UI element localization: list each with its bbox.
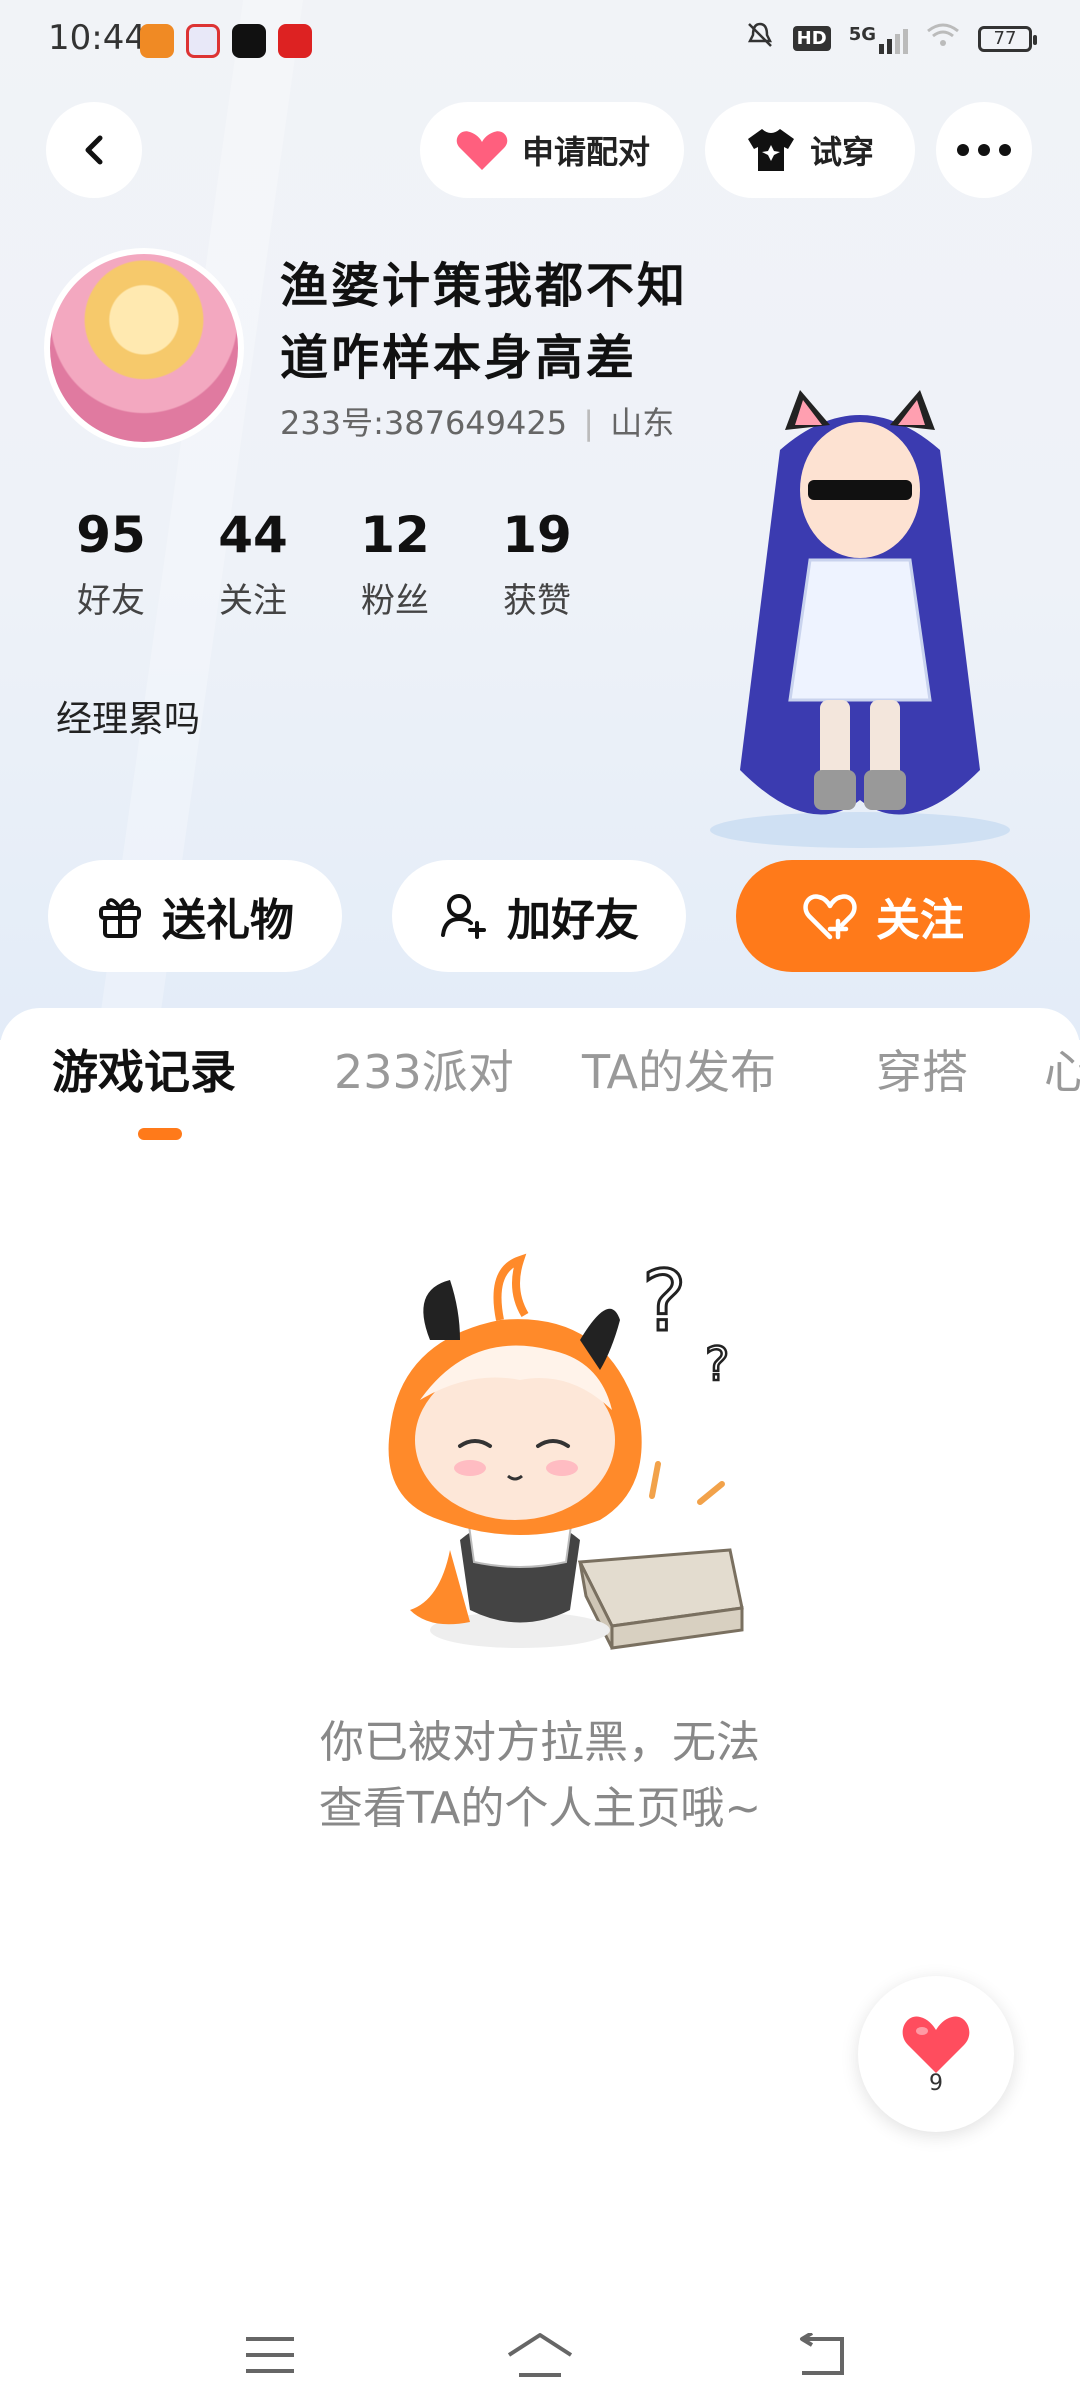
mute-icon — [745, 20, 775, 57]
content-card — [0, 1008, 1080, 2408]
back-icon — [800, 2333, 844, 2375]
tab-outfits[interactable]: 穿搭 — [876, 1040, 968, 1104]
stat-value: 12 — [360, 506, 430, 564]
stat-friends[interactable]: 95 好友 — [40, 505, 182, 622]
add-friend-button[interactable]: 加好友 — [392, 860, 686, 972]
profile-tabs: 游戏记录 233派对 TA的发布 穿搭 心 — [0, 1040, 1080, 1140]
tab-game-records[interactable]: 游戏记录 — [52, 1040, 236, 1104]
battery-level: 77 — [993, 28, 1017, 49]
active-tab-indicator — [138, 1128, 182, 1140]
stat-fans[interactable]: 12 粉丝 — [324, 505, 466, 622]
stat-value: 19 — [502, 506, 572, 564]
tab-233-party[interactable]: 233派对 — [334, 1040, 514, 1104]
menu-nav-button[interactable] — [230, 2320, 310, 2390]
nickname: 渔婆计策我都不知道咋样本身高差 — [280, 258, 689, 386]
app-notification-icon — [140, 24, 174, 58]
try-on-label: 试穿 — [809, 133, 874, 171]
stat-following[interactable]: 44 关注 — [182, 505, 324, 622]
wifi-icon — [926, 21, 960, 56]
user-id-line: 233号:387649425 | 山东 — [280, 404, 675, 442]
home-icon — [507, 2333, 573, 2377]
user-id: 233号:387649425 — [280, 404, 568, 442]
empty-state-illustration: ? ? — [388, 1251, 744, 1650]
system-nav-bar — [0, 2300, 1080, 2408]
signal-icon: 5G — [849, 24, 908, 54]
app-notification-icon — [186, 24, 220, 58]
hd-badge: HD — [792, 26, 831, 51]
tab-their-posts[interactable]: TA的发布 — [582, 1040, 776, 1104]
send-gift-button[interactable]: 送礼物 — [48, 860, 342, 972]
shirt-icon — [747, 129, 794, 171]
stat-value: 95 — [76, 506, 146, 564]
stat-label: 好友 — [77, 581, 145, 621]
stat-label: 获赞 — [503, 581, 571, 621]
try-on-button[interactable]: 试穿 — [705, 102, 915, 198]
svg-text:?: ? — [642, 1252, 687, 1350]
stat-likes[interactable]: 19 获赞 — [466, 505, 608, 622]
add-friend-label: 加好友 — [507, 895, 639, 946]
status-time: 10:44 — [48, 18, 146, 58]
back-nav-button[interactable] — [784, 2320, 864, 2390]
heart-plus-icon — [803, 894, 857, 940]
avatar[interactable] — [44, 248, 244, 448]
heart-icon — [456, 131, 508, 170]
network-type: 5G — [848, 23, 876, 45]
3d-avatar-figure — [710, 390, 1010, 848]
like-button[interactable]: 9 — [858, 1976, 1014, 2132]
gift-icon — [99, 898, 141, 938]
follow-button[interactable]: 关注 — [736, 860, 1030, 972]
stat-label: 关注 — [219, 581, 287, 621]
follow-label: 关注 — [876, 895, 964, 946]
stat-value: 44 — [218, 506, 288, 564]
stat-label: 粉丝 — [361, 581, 429, 621]
chevron-left-icon — [85, 135, 103, 165]
svg-text:?: ? — [705, 1337, 729, 1391]
menu-icon — [246, 2337, 294, 2373]
app-notification-icon — [278, 24, 312, 58]
add-user-icon — [441, 894, 486, 939]
home-nav-button[interactable] — [500, 2320, 580, 2390]
more-dots-icon — [957, 144, 1011, 156]
apply-pair-label: 申请配对 — [521, 133, 650, 171]
profile-stats: 95 好友 44 关注 12 粉丝 19 获赞 — [40, 505, 608, 622]
profile-bio: 经理累吗 — [56, 699, 201, 740]
more-button[interactable] — [936, 102, 1032, 198]
heart-icon — [902, 2015, 970, 2073]
status-bar: 10:44 HD 5G 77 — [0, 0, 1080, 80]
blocked-message: 你已被对方拉黑，无法查看TA的个人主页哦~ — [318, 1717, 762, 1834]
tiktok-icon — [232, 24, 266, 58]
tab-more[interactable]: 心 — [1044, 1040, 1080, 1104]
back-button[interactable] — [46, 102, 142, 198]
like-count: 9 — [929, 2070, 943, 2096]
send-gift-label: 送礼物 — [162, 895, 294, 946]
battery-icon: 77 — [978, 25, 1037, 52]
apply-pair-button[interactable]: 申请配对 — [420, 102, 684, 198]
user-location: 山东 — [610, 404, 675, 442]
